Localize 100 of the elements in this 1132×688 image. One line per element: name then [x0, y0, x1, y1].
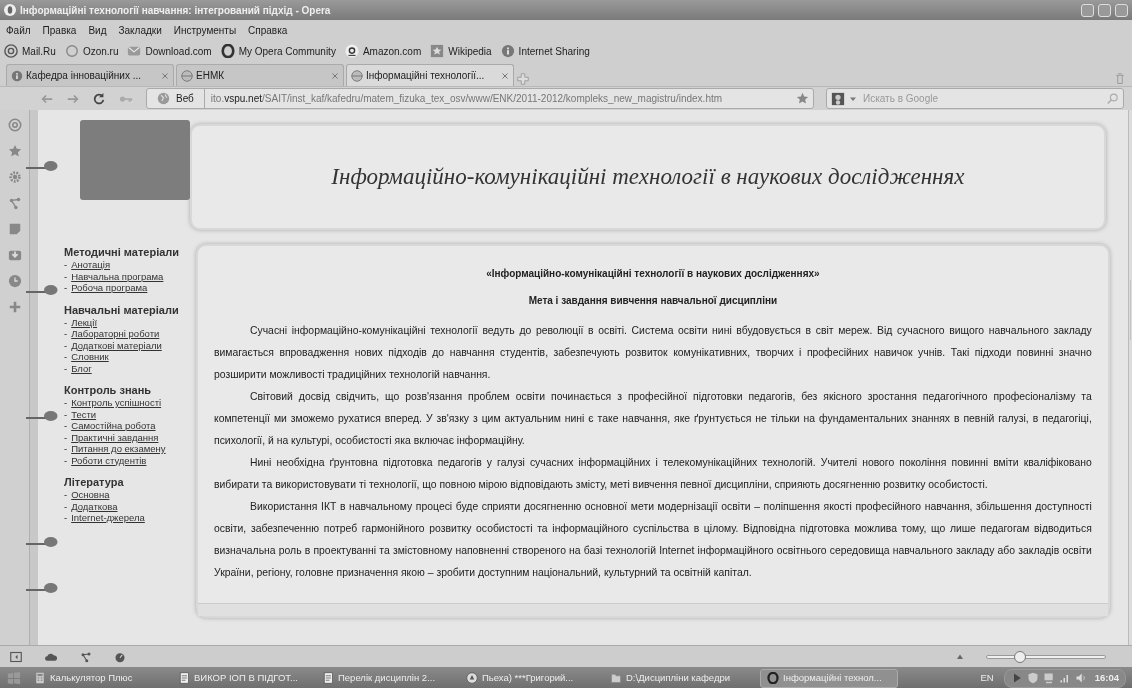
maximize-button[interactable] [1098, 3, 1111, 17]
bookmark-link[interactable]: Wikipedia [430, 43, 492, 59]
close-icon[interactable] [161, 71, 169, 80]
sidebar-link[interactable]: Блог [71, 362, 92, 374]
bookmark-link[interactable]: Ozon.ru [64, 43, 119, 59]
network-icon[interactable] [1042, 672, 1055, 684]
opera-o-icon [220, 44, 235, 58]
reload-icon[interactable] [92, 91, 106, 106]
sidebar-link[interactable]: Словник [71, 351, 109, 363]
menu-item[interactable]: Правка [42, 22, 77, 38]
shield-icon[interactable] [1026, 672, 1039, 684]
sidebar-link[interactable]: Анотація [71, 259, 111, 271]
plus-icon[interactable] [7, 300, 22, 314]
sidebar-link[interactable]: Практичні завдання [71, 431, 159, 443]
speaker-icon[interactable] [1074, 672, 1087, 684]
search-field[interactable]: Искать в Google [826, 88, 1124, 109]
ring-icon [64, 44, 79, 58]
sidebar-link[interactable]: Самостійна робота [71, 420, 156, 432]
opera-o-icon [4, 4, 16, 16]
section-title: Методичні матеріали [64, 246, 181, 259]
taskbar-button[interactable]: D:\Дисципліни кафедри [604, 668, 754, 688]
star-icon[interactable] [796, 92, 809, 105]
list-dash: - [64, 259, 68, 271]
document-icon [178, 672, 190, 684]
bookmark-link[interactable]: Amazon.com [344, 43, 422, 59]
browser-tab[interactable]: Кафедра інноваційних ... [6, 64, 174, 86]
list-dash: - [64, 454, 68, 466]
bookmark-link[interactable]: My Opera Community [220, 43, 336, 59]
content-heading: «Інформаційно-комунікаційні технології в наукових дослідженнях» [485, 267, 821, 281]
speedometer-icon[interactable] [114, 650, 126, 663]
clock-time: 16:04 [1094, 670, 1119, 685]
close-icon[interactable] [331, 71, 339, 80]
taskbar-button[interactable]: ВИКОР ІОП В ПІДГОТ... [172, 668, 310, 688]
paragraph: Нині необхідна ґрунтовна підготовка педагогів у галузі сучасних інформаційних і телекомунікаційних технологій. Учителі нового покоління повинні вміти кваліфіковано вибирати та використовувати ті технології, що повною мірою відповідають змісту, меті вивчення певної дисципліни, сприяють досягненню розвитку особистості. [214, 456, 1092, 492]
triangle-icon[interactable] [956, 652, 964, 661]
horizontal-scrollbar[interactable] [198, 603, 1108, 616]
trash-icon[interactable] [1114, 72, 1126, 86]
info-icon [500, 44, 515, 58]
section-title: Контроль знань [64, 384, 153, 397]
download-icon[interactable] [7, 248, 22, 262]
sidebar-link[interactable]: Лекції [71, 316, 98, 328]
paragraph: Сучасні інформаційно-комунікаційні технології ведуть до революції в освіті. Система освіти нині вбудовується в світ мереж. Від сучасного вищого навчального закладу вимагається впровадження нових підходів до навчання студентів, забезпечують розвиток комунікативних, творчих і професійних навичок учнів. Такі підходи повинні значно розширити можливості традиційних технологій навчання. [214, 324, 1092, 382]
clock-icon[interactable] [7, 274, 22, 288]
sidebar-link[interactable]: Тести [71, 408, 97, 420]
envelope-icon [127, 44, 142, 58]
bookmark-link[interactable]: Internet Sharing [500, 43, 590, 59]
gear-icon[interactable] [7, 170, 22, 184]
sidebar-link[interactable]: Навчальна програма [71, 270, 164, 282]
bookmark-link[interactable]: Mail.Ru [4, 43, 56, 59]
browser-tab[interactable]: Інформаційні технології... [346, 64, 514, 86]
menu-item[interactable]: Инструменты [173, 22, 237, 38]
sidebar-link[interactable]: Роботи студентів [71, 454, 147, 466]
note-icon[interactable] [7, 222, 22, 236]
list-dash: - [64, 316, 68, 328]
signal-bars-icon[interactable] [1058, 672, 1071, 684]
paragraph: Використання ІКТ в навчальному процесі буде сприяти досягненню основної мети модернізації освіти – поліпшення якості професійного навчання, збільшення доступності освіти, забезпеченню потреб гармонійного розвитку особистості та інформаційного суспільства в цілому. Відповідна підготовка можлива тому, що лише педагогам відводиться визначальна роль в проектуванні та змістовному наповненні створеного на базі технологій Internet інформаційного освітнього середовища навчального закладу або закладів освіти України, регіону, головне призначення якою – зробити доступним національний, культурний та освітній капітал. [214, 500, 1092, 580]
sidebar-link[interactable]: Лабораторні роботи [71, 328, 160, 340]
taskbar-button[interactable]: Калькулятор Плюс [28, 668, 166, 688]
sidebar-link[interactable]: Робоча програма [71, 282, 148, 294]
taskbar-button[interactable]: Пьеха) ***Григорий... [460, 668, 598, 688]
zoom-slider[interactable] [1014, 650, 1027, 663]
sidebar-link[interactable]: Internet-джерела [71, 512, 145, 524]
sidebar-link[interactable]: Додаткові матеріали [71, 339, 162, 351]
taskbar-button[interactable]: Перелік дисциплін 2... [316, 668, 454, 688]
minimize-button[interactable] [1081, 3, 1094, 17]
bookmark-link[interactable]: Download.com [127, 43, 212, 59]
info-icon [11, 69, 23, 82]
vertical-scrollbar[interactable] [1127, 110, 1132, 645]
menu-item[interactable]: Справка [248, 22, 288, 38]
menu-item[interactable]: Закладки [118, 22, 162, 38]
panel-toggle-icon[interactable] [10, 650, 22, 663]
star-icon [430, 44, 445, 58]
site-title: Інформаційно-комунікаційні технології в наукових дослідженнях [331, 162, 965, 191]
paragraph: Світовий досвід свідчить, що розв'язання проблем освіти починається з професійної підготовки педагогів, без якісного зростання педагогічного професіоналізму та компетенції ми зможемо рухатися вперед. У зв'язку з цим актуальним нині є таке навчання, яке ґрунтується не тільки на фундаментальних знаннях в певній галузі, в педагогіці, психології, й на культурі, особистості яка включає інформаційну. [214, 390, 1092, 448]
list-dash: - [64, 328, 68, 340]
list-dash: - [64, 408, 68, 420]
list-dash: - [64, 512, 68, 524]
sidebar-link[interactable]: Основна [71, 489, 110, 501]
folder-icon [610, 672, 622, 684]
section-title: Навчальні матеріали [64, 303, 180, 317]
sidebar-link[interactable]: Додаткова [71, 500, 118, 512]
close-button[interactable] [1115, 3, 1128, 17]
menu-item[interactable]: Файл [6, 22, 31, 38]
section-title: Література [64, 476, 125, 489]
sidebar-link[interactable]: Контроль успішності [71, 397, 162, 409]
windows-logo-icon[interactable] [6, 671, 22, 685]
list-dash: - [64, 420, 68, 432]
browser-tab[interactable]: ЕНМК [176, 64, 344, 86]
language-indicator[interactable]: EN [976, 670, 998, 686]
list-dash: - [64, 270, 68, 282]
share-nodes-icon[interactable] [7, 196, 22, 210]
menu-item[interactable]: Вид [88, 22, 107, 38]
sidebar-link[interactable]: Питання до екзамену [71, 443, 166, 455]
document-icon [322, 672, 334, 684]
star-icon[interactable] [7, 144, 22, 158]
search-input[interactable]: Искать в Google [861, 90, 1103, 107]
close-icon[interactable] [501, 71, 509, 80]
add-tab-icon[interactable] [516, 72, 530, 86]
share-nodes-icon[interactable] [80, 650, 92, 663]
address-field[interactable]: Веб ito.vspu.net/SAIT/inst_kaf/kafedru/matem_fizuka_tex_osv/www/ENK/2011-2012/kompleks_new_magistru/index.htm [146, 88, 814, 109]
